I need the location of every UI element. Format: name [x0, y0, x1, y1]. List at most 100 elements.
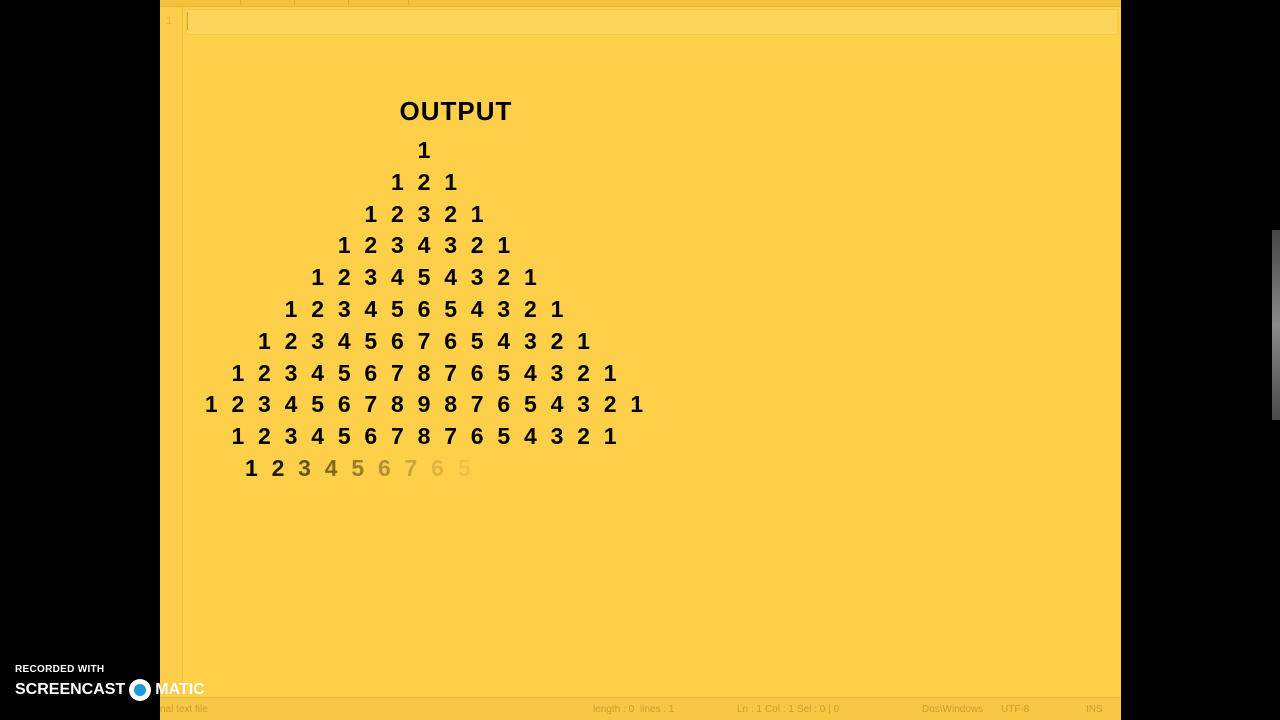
- pyramid-digit: 4: [311, 423, 325, 450]
- screencast-logo-icon: [129, 679, 152, 701]
- pyramid-digit: 7: [391, 359, 404, 386]
- pyramid-digit: 4: [391, 264, 404, 291]
- pyramid-digit: 6: [444, 327, 457, 354]
- pyramid-digit: 4: [417, 232, 431, 259]
- pyramid-digit: 2: [271, 455, 285, 481]
- pyramid-digit: 2: [444, 200, 457, 227]
- text-cursor: [187, 12, 188, 30]
- pyramid-digit: 3: [391, 232, 404, 259]
- pyramid-row: 12345678987654321: [198, 391, 650, 421]
- pyramid-digit: 6: [417, 296, 431, 322]
- status-encoding[interactable]: UTF-8: [1001, 704, 1029, 715]
- pyramid-digit: 3: [364, 264, 378, 291]
- pyramid-digit: 4: [523, 423, 537, 450]
- pyramid-digit: 1: [244, 455, 258, 481]
- watermark-brand-left: SCREENCAST: [15, 681, 126, 698]
- pyramid-digit: 7: [444, 359, 457, 386]
- pyramid-digit: 5: [444, 296, 457, 322]
- pyramid-digit: 4: [364, 296, 378, 322]
- pyramid-digit: 2: [284, 327, 298, 354]
- pyramid-digit: 8: [417, 423, 431, 450]
- line-number-gutter: 1: [160, 7, 183, 695]
- pyramid-digit: 3: [311, 327, 325, 354]
- pyramid-digit: 8: [391, 391, 404, 418]
- status-length: length : 0: [593, 704, 635, 715]
- tab[interactable]: [296, 0, 349, 5]
- pyramid-digit: 2: [417, 168, 431, 195]
- pyramid-row: 1: [411, 137, 438, 167]
- pyramid-digit: 1: [391, 168, 404, 195]
- pyramid-digit: 3: [550, 423, 564, 450]
- pyramid-digit: 2: [337, 264, 351, 291]
- screencast-watermark: RECORDED WITH SCREENCAST MATIC: [15, 664, 205, 701]
- status-line: Ln : 1: [737, 704, 763, 715]
- pyramid-digit: 2: [258, 359, 271, 386]
- output-title: OUTPUT: [399, 96, 513, 126]
- status-column: Col : 1: [765, 704, 794, 715]
- pyramid-digit: 7: [391, 423, 404, 450]
- pyramid-digit: 5: [337, 423, 351, 450]
- pyramid-digit: 6: [470, 423, 484, 450]
- background-streak: [1272, 230, 1280, 420]
- status-bar: nal text file length : 0 lines : 1 Ln : …: [160, 697, 1121, 720]
- status-insert-mode[interactable]: INS: [1086, 704, 1103, 715]
- status-eol[interactable]: Dos\Windows: [922, 704, 983, 715]
- pyramid-digit: 5: [470, 327, 484, 354]
- pyramid-digit: 1: [311, 264, 325, 291]
- pyramid-digit: 5: [351, 455, 365, 481]
- pyramid-digit: 4: [497, 327, 511, 354]
- pyramid-digit: 1: [231, 423, 245, 450]
- pyramid-digit: 3: [444, 232, 457, 259]
- pyramid-digit: 7: [417, 327, 431, 354]
- pyramid-row: 1234321: [331, 232, 517, 262]
- pyramid-digit: 7: [404, 455, 418, 481]
- pyramid-digit: 5: [523, 391, 537, 418]
- pyramid-digit: 5: [497, 423, 511, 450]
- watermark-brand: SCREENCAST MATIC: [15, 679, 205, 701]
- pyramid-digit: 5: [391, 296, 404, 322]
- pyramid-digit: 2: [497, 264, 511, 291]
- pyramid-digit: 3: [523, 327, 537, 354]
- pyramid-row: 123456787654321: [225, 423, 624, 453]
- pyramid-digit: 6: [497, 391, 511, 418]
- pyramid-digit: 1: [231, 359, 245, 386]
- tab[interactable]: [242, 0, 295, 5]
- pyramid-digit: 4: [337, 327, 351, 354]
- editor-text-area[interactable]: OUTPUT 112112321123432112345432112345654…: [184, 36, 1116, 692]
- pyramid-digit: 6: [377, 455, 391, 481]
- pyramid-digit: 2: [577, 359, 590, 386]
- pyramid-digit: 2: [577, 423, 590, 450]
- status-file-type: nal text file: [160, 704, 208, 715]
- pyramid-digit: 1: [204, 391, 218, 418]
- tab[interactable]: [350, 0, 409, 5]
- pyramid-digit: 1: [603, 423, 617, 450]
- background-panel: [1121, 0, 1280, 720]
- pyramid-digit: 9: [417, 391, 431, 418]
- pyramid-digit: 2: [523, 296, 537, 322]
- watermark-recorded-with: RECORDED WITH: [15, 664, 105, 675]
- pyramid-digit: 4: [311, 359, 325, 386]
- pyramid-row: 123454321: [304, 264, 543, 294]
- pyramid-digit: 1: [577, 327, 590, 354]
- pyramid-digit: 8: [444, 391, 457, 418]
- pyramid-digit: 1: [550, 296, 564, 322]
- pyramid-digit: 1: [417, 137, 431, 163]
- pyramid-digit: 1: [444, 168, 457, 195]
- pyramid-digit: 2: [364, 232, 378, 259]
- pyramid-digit: 8: [417, 359, 431, 386]
- pyramid-digit: 5: [457, 455, 471, 481]
- pyramid-digit: 6: [337, 391, 351, 418]
- watermark-brand-right: MATIC: [155, 681, 205, 698]
- pyramid-digit: 2: [231, 391, 245, 418]
- pyramid-digit: 1: [523, 264, 537, 291]
- pyramid-digit: 3: [298, 455, 311, 481]
- pyramid-digit: 1: [258, 327, 271, 354]
- current-line-highlight[interactable]: [186, 9, 1118, 35]
- pyramid-row: 121: [384, 169, 464, 199]
- pyramid-row: 12345654321: [278, 296, 571, 326]
- tab[interactable]: [188, 0, 241, 5]
- pyramid-digit: 2: [470, 232, 484, 259]
- tab-strip[interactable]: [160, 0, 1121, 7]
- pyramid-digit: 3: [258, 391, 271, 418]
- pyramid-row: 123456765: [238, 455, 477, 485]
